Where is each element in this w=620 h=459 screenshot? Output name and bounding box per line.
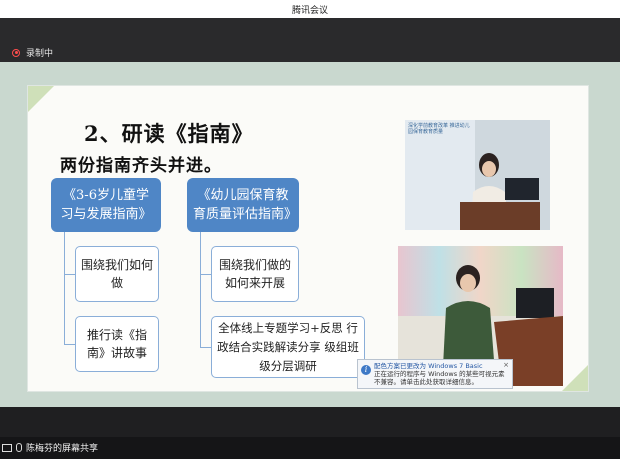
- connector-line: [200, 232, 202, 347]
- connector-line: [64, 274, 75, 276]
- right-item: 围绕我们做的如何来开展: [211, 246, 299, 302]
- connector-line: [200, 274, 211, 276]
- screen-share-indicator[interactable]: 陈梅芬的屏幕共享: [2, 441, 98, 454]
- mic-icon: [16, 443, 22, 452]
- left-item: 围绕我们如何做: [75, 246, 159, 302]
- color-scheme-notification[interactable]: i 配色方案已更改为 Windows 7 Basic 正在运行的程序与 Wind…: [357, 359, 513, 389]
- window-title: 腾讯会议: [291, 6, 328, 16]
- record-icon: [12, 48, 20, 57]
- info-icon: i: [361, 365, 371, 375]
- guide-box-learning: 《3-6岁儿童学习与发展指南》: [51, 178, 161, 232]
- share-label: 陈梅芬的屏幕共享: [26, 444, 99, 454]
- recording-label: 录制中: [26, 49, 54, 59]
- screen-share-icon: [2, 443, 12, 452]
- title-bar: 腾讯会议: [0, 0, 620, 19]
- connector-line: [64, 232, 66, 344]
- left-item: 推行读《指南》讲故事: [75, 316, 159, 372]
- slide-heading: 2、研读《指南》: [84, 121, 254, 146]
- slide-subheading: 两份指南齐头并进。: [60, 156, 222, 176]
- header-band: [0, 18, 620, 62]
- notice-title: 配色方案已更改为 Windows 7 Basic: [374, 362, 483, 370]
- corner-decoration: [28, 86, 54, 112]
- connector-line: [64, 344, 75, 346]
- close-icon[interactable]: ×: [503, 361, 509, 369]
- connector-line: [200, 347, 211, 349]
- guide-box-quality: 《幼儿园保育教育质量评估指南》: [187, 178, 299, 232]
- speaker-photo-1: 深化学前教育改革 推进幼儿园保育教育质量: [405, 120, 550, 230]
- corner-decoration: [562, 365, 588, 391]
- speaker-figure: [460, 153, 540, 230]
- right-item: 全体线上专题学习+反思 行政结合实践解读分享 级组班级分层调研: [211, 316, 365, 378]
- recording-indicator[interactable]: 录制中: [12, 46, 53, 59]
- notice-body: 正在运行的程序与 Windows 的某些可视元素不兼容。请单击此处获取详细信息。: [374, 370, 505, 386]
